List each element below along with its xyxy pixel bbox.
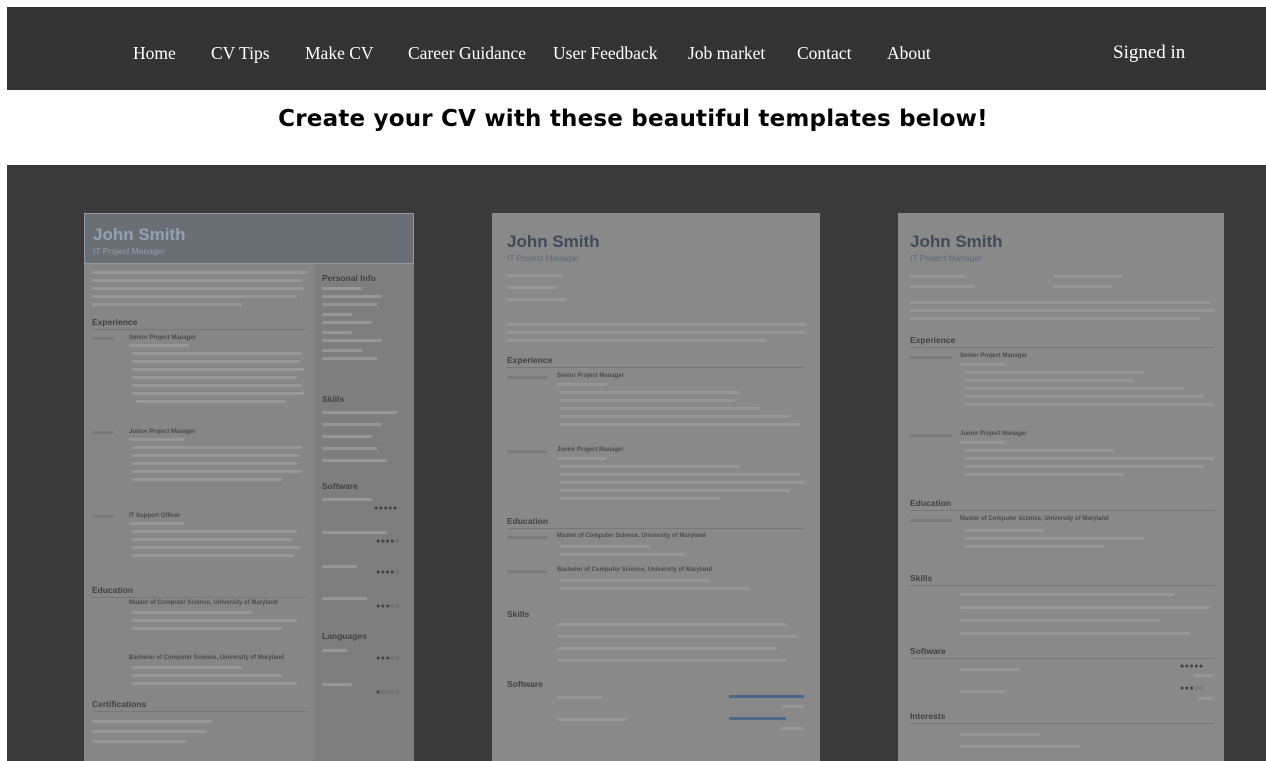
nav-make-cv[interactable]: Make CV xyxy=(305,7,374,90)
signed-in-link[interactable]: Signed in xyxy=(1113,7,1185,90)
cv-template-card-1[interactable]: John Smith IT Project Manager Experience… xyxy=(84,213,414,761)
nav-career-guidance[interactable]: Career Guidance xyxy=(408,7,526,90)
cv-template-card-2[interactable]: John Smith IT Project Manager Experience… xyxy=(492,213,820,761)
nav-job-market[interactable]: Job market xyxy=(688,7,765,90)
nav-contact[interactable]: Contact xyxy=(797,7,851,90)
page-headline: Create your CV with these beautiful temp… xyxy=(278,106,988,132)
nav-user-feedback[interactable]: User Feedback xyxy=(553,7,657,90)
nav-cv-tips[interactable]: CV Tips xyxy=(211,7,270,90)
nav-home[interactable]: Home xyxy=(133,7,176,90)
nav-about[interactable]: About xyxy=(887,7,931,90)
cv-template-card-3[interactable]: John Smith IT Project Manager Experience… xyxy=(898,213,1224,761)
top-navbar: Home CV Tips Make CV Career Guidance Use… xyxy=(7,7,1266,90)
